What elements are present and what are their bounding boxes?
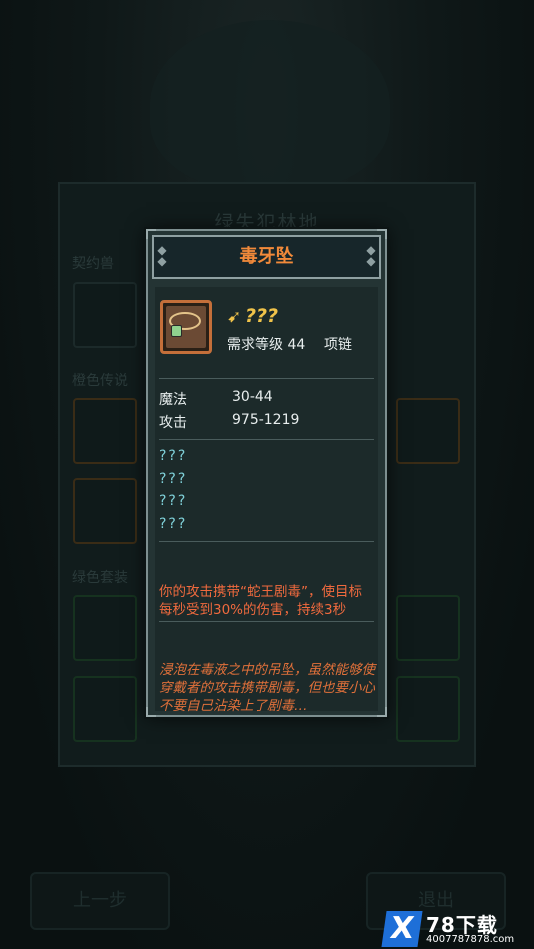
background-section-contract: 契约兽 bbox=[72, 256, 114, 272]
background-emblem bbox=[150, 20, 390, 190]
background-slot bbox=[396, 676, 460, 742]
divider bbox=[159, 439, 374, 440]
watermark-x-icon: X bbox=[381, 911, 423, 947]
background-section-green: 绿色套装 bbox=[72, 570, 128, 586]
background-section-orange: 橙色传说 bbox=[72, 373, 128, 389]
unknown-attribute: ??? bbox=[159, 493, 188, 509]
watermark-logo: X 78下载 4007787878.com bbox=[381, 909, 534, 949]
special-effect-text: 你的攻击携带“蛇王剧毒”，使目标每秒受到30%的伤害，持续3秒 bbox=[159, 584, 362, 618]
divider bbox=[159, 378, 374, 379]
lore-text: 浸泡在毒液之中的吊坠，虽然能够使穿戴者的攻击携带剧毒，但也要小心不要自己沾染上了… bbox=[159, 662, 375, 714]
background-slot bbox=[73, 282, 137, 348]
item-slot-type: 项链 bbox=[324, 337, 352, 353]
background-slot bbox=[396, 398, 460, 464]
stat-value-magic: 30-44 bbox=[232, 389, 273, 405]
unknown-attribute: ??? bbox=[159, 471, 188, 487]
item-name: ??? bbox=[245, 305, 279, 327]
stat-label-attack: 攻击 bbox=[159, 415, 187, 431]
boot-icon: ➹ bbox=[227, 307, 242, 327]
divider bbox=[159, 541, 374, 542]
background-slot bbox=[73, 478, 137, 544]
stat-label-magic: 魔法 bbox=[159, 392, 187, 408]
watermark-url: 4007787878.com bbox=[426, 934, 515, 945]
prev-step-button[interactable]: 上一步 bbox=[30, 872, 170, 930]
stat-value-attack: 975-1219 bbox=[232, 412, 300, 428]
background-slot bbox=[73, 595, 137, 661]
dialog-header: ◆ ◆ 毒牙坠 ◆ ◆ bbox=[152, 235, 381, 279]
necklace-icon bbox=[160, 300, 212, 354]
item-detail-dialog: ◆ ◆ 毒牙坠 ◆ ◆ ➹ ??? 需求等级 44 项链 魔法 30-44 攻击 9… bbox=[146, 229, 387, 717]
corner-deco bbox=[377, 707, 387, 717]
unknown-attribute: ??? bbox=[159, 448, 188, 464]
background-slot bbox=[73, 676, 137, 742]
divider bbox=[159, 621, 374, 622]
dialog-body: ➹ ??? 需求等级 44 项链 魔法 30-44 攻击 975-1219 ??… bbox=[155, 287, 378, 714]
unknown-attribute: ??? bbox=[159, 516, 188, 532]
level-requirement: 需求等级 44 bbox=[227, 337, 306, 353]
item-title: 毒牙坠 bbox=[239, 246, 294, 267]
background-slot bbox=[396, 595, 460, 661]
background-slot bbox=[73, 398, 137, 464]
header-right-deco-icon: ◆ ◆ bbox=[366, 243, 376, 268]
